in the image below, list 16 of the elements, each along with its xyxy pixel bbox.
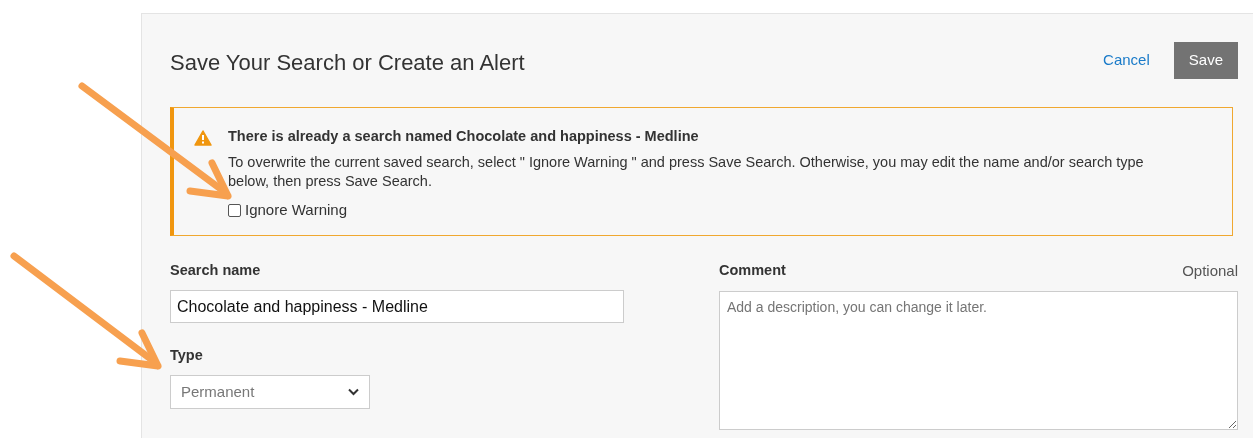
search-name-field[interactable]: Chocolate and happiness - Medline	[170, 290, 624, 324]
field-label: Comment	[719, 261, 786, 281]
warning-message: To overwrite the current saved search, select " Ignore Warning " and press Save Search. Otherwise, you may edit the name and/or search type below, then press Save Search.	[228, 153, 1145, 191]
warning-icon	[194, 129, 212, 146]
field-label: Type	[170, 346, 204, 366]
type-select[interactable]: Permanent	[170, 374, 370, 409]
chevron-down-icon	[348, 387, 359, 396]
comment-field[interactable]: Add a description, you can change it later.	[719, 290, 1238, 430]
checkbox[interactable]	[228, 203, 241, 217]
dialog-title: Save Your Search or Create an Alert	[170, 50, 525, 77]
optional-hint: Optional	[1182, 261, 1238, 282]
warning-heading: There is already a search named Chocolate and happiness - Medline	[228, 126, 700, 146]
field-label: Search name	[170, 261, 262, 281]
save-button[interactable]: Save	[1173, 42, 1238, 79]
cancel-link[interactable]: Cancel	[1103, 49, 1150, 72]
checkbox-label[interactable]: Ignore Warning	[245, 198, 347, 222]
